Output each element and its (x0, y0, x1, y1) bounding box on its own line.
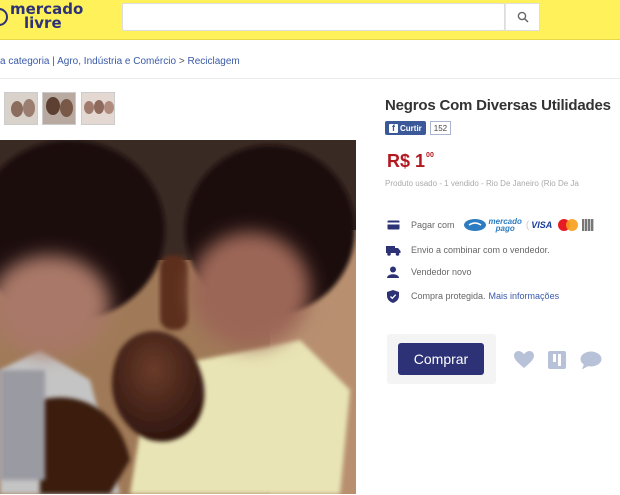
mastercard-logo (558, 219, 579, 231)
mercado-pago-logo: mercado pago (463, 218, 522, 233)
product-meta: Produto usado - 1 vendido - Rio De Janei… (385, 179, 579, 188)
bookmark-icon[interactable] (546, 350, 568, 370)
shipping-text: Envio a combinar com o vendedor. (411, 245, 550, 255)
truck-icon (385, 243, 401, 257)
product-photo[interactable] (0, 140, 356, 494)
product-title: Negros Com Diversas Utilidades (385, 97, 611, 114)
divider (0, 78, 620, 79)
thumbnail-1[interactable] (4, 92, 38, 125)
search-input[interactable] (122, 3, 505, 31)
mp-line2: pago (495, 224, 515, 233)
facebook-like-label: Curtir (400, 123, 422, 133)
breadcrumb-separator: > (178, 56, 185, 67)
more-info-link[interactable]: Mais informações (489, 291, 560, 301)
buy-button[interactable]: Comprar (398, 343, 484, 375)
mercado-livre-logo[interactable]: mercado livre (0, 2, 90, 36)
seller-row: Vendedor novo (385, 265, 472, 279)
shipping-row: Envio a combinar com o vendedor. (385, 243, 550, 257)
person-icon (385, 265, 401, 279)
facebook-like-count: 152 (429, 121, 452, 135)
chat-bubble-icon[interactable] (580, 350, 602, 370)
handshake-icon (463, 219, 486, 231)
thumbnail-3[interactable] (81, 92, 115, 125)
breadcrumb-reciclagem[interactable]: Reciclagem (187, 56, 239, 67)
product-photo-image (0, 140, 356, 494)
product-price: R$ 100 (387, 151, 434, 172)
price-currency: R$ (387, 151, 411, 171)
card-logo (582, 219, 595, 231)
seller-text: Vendedor novo (411, 267, 472, 277)
breadcrumb: a categoria | Agro, Indústria e Comércio… (0, 56, 240, 67)
product-page: mercado livre a categoria | Agro, Indúst… (0, 0, 620, 495)
search-button[interactable] (505, 3, 540, 31)
facebook-like: f Curtir 152 (385, 121, 452, 135)
shield-icon (385, 289, 401, 303)
visa-logo: VISA (531, 220, 553, 230)
facebook-like-button[interactable]: f Curtir (385, 121, 426, 135)
credit-card-icon (385, 218, 401, 232)
logo-text-line2: livre (24, 14, 62, 32)
payment-row: Pagar com mercado pago ( VISA (385, 218, 595, 233)
protection-row: Compra protegida. Mais informações (385, 289, 559, 303)
breadcrumb-category[interactable]: a categoria (0, 56, 49, 67)
price-cents: 00 (426, 152, 434, 159)
price-integer: 1 (415, 151, 426, 171)
heart-icon[interactable] (513, 350, 535, 370)
payment-label: Pagar com (411, 220, 455, 230)
protection-text: Compra protegida. (411, 291, 486, 301)
site-header: mercado livre (0, 0, 620, 40)
breadcrumb-separator: | (52, 56, 55, 67)
breadcrumb-agro[interactable]: Agro, Indústria e Comércio (57, 56, 176, 67)
handshake-icon (0, 8, 8, 26)
facebook-icon: f (389, 123, 398, 133)
search-icon (517, 11, 529, 23)
thumbnail-2[interactable] (42, 92, 76, 125)
